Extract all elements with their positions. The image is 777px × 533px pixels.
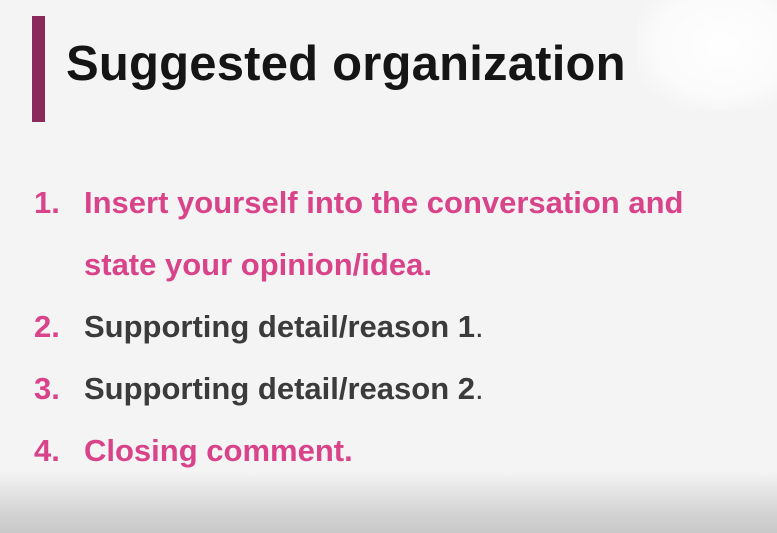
organization-list: 1. Insert yourself into the conversation… bbox=[34, 172, 754, 482]
list-text: Insert yourself into the conversation an… bbox=[84, 172, 683, 296]
list-item-2: 2. Supporting detail/reason 1. bbox=[34, 296, 754, 358]
list-text-line: Insert yourself into the conversation an… bbox=[84, 185, 684, 220]
list-number: 2. bbox=[34, 309, 60, 344]
list-text-line: state your opinion/idea. bbox=[84, 247, 432, 282]
list-text-suffix: . bbox=[475, 309, 484, 344]
list-text-line: Closing comment. bbox=[84, 433, 353, 468]
list-text-line: Supporting detail/reason 1 bbox=[84, 309, 475, 344]
list-number: 3. bbox=[34, 371, 60, 406]
title-accent-bar bbox=[32, 16, 45, 122]
list-item-3: 3. Supporting detail/reason 2. bbox=[34, 358, 754, 420]
slide-title: Suggested organization bbox=[66, 37, 626, 91]
list-text-suffix: . bbox=[475, 371, 484, 406]
list-number: 1. bbox=[34, 185, 60, 220]
light-glare bbox=[637, 0, 777, 110]
slide: Suggested organization 1. Insert yoursel… bbox=[0, 0, 777, 533]
bottom-shadow bbox=[0, 471, 777, 533]
list-item-1: 1. Insert yourself into the conversation… bbox=[34, 172, 754, 296]
list-text: Supporting detail/reason 1. bbox=[84, 296, 484, 358]
list-text: Supporting detail/reason 2. bbox=[84, 358, 484, 420]
list-text-line: Supporting detail/reason 2 bbox=[84, 371, 475, 406]
